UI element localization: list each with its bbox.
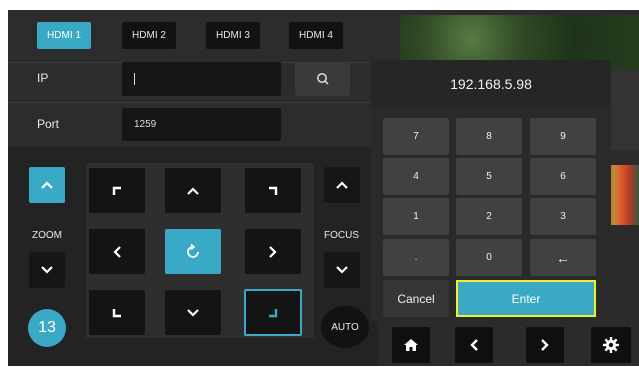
key-7[interactable]: 7	[383, 118, 449, 155]
corner-bottom-left-icon	[111, 307, 123, 319]
key-8[interactable]: 8	[456, 118, 522, 155]
chevron-up-icon	[335, 180, 349, 190]
corner-bottom-right-icon	[267, 307, 279, 319]
rotate-icon	[184, 243, 202, 261]
home-icon	[403, 337, 419, 353]
tab-hdmi-3[interactable]: HDMI 3	[206, 22, 260, 49]
chevron-left-icon	[469, 338, 479, 352]
chevron-right-icon	[268, 245, 278, 259]
pan-right-button[interactable]	[245, 229, 301, 274]
chevron-left-icon	[112, 245, 122, 259]
corner-top-left-icon	[111, 185, 123, 197]
numeric-keypad: 192.168.5.98 7 8 9 4 5 6 1 2 3 . 0 ← Can…	[371, 60, 611, 321]
chevron-right-icon	[540, 338, 550, 352]
corner-top-right-icon	[267, 185, 279, 197]
auto-focus-button[interactable]: AUTO	[321, 306, 369, 348]
focus-near-button[interactable]	[324, 252, 360, 288]
chevron-up-icon	[40, 180, 54, 190]
pan-down-left-button[interactable]	[89, 290, 145, 335]
key-5[interactable]: 5	[456, 158, 522, 195]
search-button[interactable]	[295, 62, 350, 96]
tab-hdmi-2[interactable]: HDMI 2	[122, 22, 176, 49]
key-1[interactable]: 1	[383, 198, 449, 235]
chevron-down-icon	[186, 308, 200, 318]
focus-far-button[interactable]	[324, 167, 360, 203]
key-6[interactable]: 6	[530, 158, 596, 195]
backspace-key[interactable]: ←	[530, 239, 596, 276]
key-2[interactable]: 2	[456, 198, 522, 235]
preset-number-button[interactable]: 13	[28, 309, 66, 347]
back-button[interactable]	[455, 327, 493, 363]
forward-button[interactable]	[526, 327, 564, 363]
key-dot[interactable]: .	[383, 239, 449, 276]
controller-screen: HDMI 1 HDMI 2 HDMI 3 HDMI 4 IP Port 1259…	[8, 10, 639, 366]
zoom-out-button[interactable]	[29, 252, 65, 288]
ip-label: IP	[37, 71, 49, 85]
pan-down-right-button[interactable]	[244, 289, 302, 336]
pan-up-right-button[interactable]	[245, 168, 301, 213]
pan-left-button[interactable]	[89, 229, 145, 274]
zoom-in-button[interactable]	[29, 167, 65, 203]
zoom-label: ZOOM	[32, 230, 62, 241]
ip-input[interactable]	[122, 62, 281, 96]
settings-button[interactable]	[591, 327, 631, 363]
focus-label: FOCUS	[324, 230, 359, 241]
pan-up-button[interactable]	[165, 168, 221, 213]
tab-hdmi-4[interactable]: HDMI 4	[289, 22, 343, 49]
pan-up-left-button[interactable]	[89, 168, 145, 213]
key-4[interactable]: 4	[383, 158, 449, 195]
port-input[interactable]: 1259	[122, 108, 281, 141]
chevron-up-icon	[186, 186, 200, 196]
cancel-button[interactable]: Cancel	[383, 280, 449, 317]
port-label: Port	[37, 117, 60, 131]
divider	[8, 102, 378, 103]
pan-down-button[interactable]	[165, 290, 221, 335]
port-value: 1259	[134, 119, 157, 130]
chevron-down-icon	[335, 265, 349, 275]
key-0[interactable]: 0	[456, 239, 522, 276]
text-cursor	[134, 73, 135, 85]
keypad-display: 192.168.5.98	[371, 60, 611, 108]
home-button[interactable]	[392, 327, 430, 363]
chevron-down-icon	[40, 265, 54, 275]
side-panel	[608, 70, 639, 150]
search-icon	[316, 72, 330, 86]
tab-hdmi-1[interactable]: HDMI 1	[37, 22, 91, 49]
gear-icon	[602, 336, 620, 354]
home-position-button[interactable]	[165, 229, 221, 274]
key-9[interactable]: 9	[530, 118, 596, 155]
key-3[interactable]: 3	[530, 198, 596, 235]
enter-button[interactable]: Enter	[456, 280, 596, 317]
